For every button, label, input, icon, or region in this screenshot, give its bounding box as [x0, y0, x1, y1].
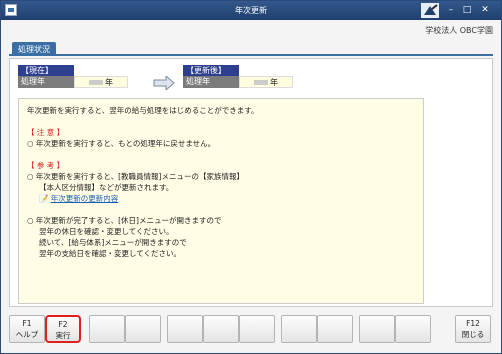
caution-title: 【 注 意 】	[27, 128, 65, 137]
current-year-unit: 年	[105, 78, 113, 87]
company-name: 学校法人 OBC学園	[425, 26, 493, 35]
f10-button[interactable]	[359, 315, 395, 343]
reference-link-row: 📝 年次更新の更新内容	[27, 193, 415, 204]
function-key-bar: F1 ヘルプ F2 実行 F12 閉じる	[9, 315, 495, 345]
redacted-value	[254, 80, 268, 85]
f5-button[interactable]	[167, 315, 203, 343]
done-text-4: 翌年の支給日を確認・変更してください。	[39, 249, 182, 258]
f12-close-button[interactable]: F12 閉じる	[455, 315, 491, 343]
f4-button[interactable]	[125, 315, 161, 343]
current-year-box: 【現在】 処理年 年	[18, 65, 128, 88]
tab-bar: 処理状況	[9, 42, 493, 56]
fkey-label: F1	[22, 319, 32, 328]
product-logo-icon	[421, 3, 439, 18]
main-panel: 【現在】 処理年 年 【更新後】 処理年 年 年次更新を実行すると、翌年の給与処…	[9, 58, 493, 307]
caution-text: ○ 年次更新を実行すると、もとの処理年に戻せません。	[27, 139, 216, 148]
fkey-caption: ヘルプ	[15, 330, 39, 339]
f3-button[interactable]	[89, 315, 125, 343]
app-window: 年次更新 – □ ✕ 学校法人 OBC学園 処理状況 【現在】 処理年 年 【更…	[0, 0, 502, 354]
reference-text-1: ○ 年次更新を実行すると、[教職員情報]メニューの【家族情報】	[27, 172, 244, 181]
notice-box: 年次更新を実行すると、翌年の給与処理をはじめることができます。 【 注 意 】 …	[18, 98, 424, 304]
after-header: 【更新後】	[183, 65, 239, 76]
f9-button[interactable]	[317, 315, 353, 343]
reference-title: 【 参 考 】	[27, 161, 65, 170]
f7-button[interactable]	[239, 315, 275, 343]
done-text-2: 翌年の休日を確認・変更してください。	[39, 227, 174, 236]
update-details-link[interactable]: 年次更新の更新内容	[51, 194, 119, 203]
after-year-box: 【更新後】 処理年 年	[183, 65, 293, 88]
redacted-value	[89, 80, 103, 85]
fkey-caption: 実行	[55, 331, 71, 340]
fkey-label: F2	[58, 320, 68, 329]
close-icon[interactable]: ✕	[479, 5, 491, 16]
after-year-label: 処理年	[183, 76, 239, 88]
done-text-3: 続いて、[給与体系]メニューが開きますので	[39, 238, 187, 247]
tab-processing-status[interactable]: 処理状況	[12, 42, 56, 56]
fkey-label: F12	[466, 319, 480, 328]
f11-button[interactable]	[395, 315, 431, 343]
edit-note-icon: 📝	[39, 194, 49, 203]
current-year-field: 年	[74, 76, 128, 88]
after-year-unit: 年	[270, 78, 278, 87]
reference-text-2: 【本人区分情報】などが更新されます。	[39, 183, 174, 192]
f8-button[interactable]	[281, 315, 317, 343]
title-bar: 年次更新 – □ ✕	[1, 1, 501, 20]
done-text-1: ○ 年次更新が完了すると、[休日]メニューが開きますので	[27, 216, 222, 225]
fkey-caption: 閉じる	[461, 330, 485, 339]
maximize-icon[interactable]: □	[461, 5, 473, 16]
arrow-right-icon	[153, 76, 175, 90]
intro-text: 年次更新を実行すると、翌年の給与処理をはじめることができます。	[27, 106, 259, 115]
f1-help-button[interactable]: F1 ヘルプ	[9, 315, 45, 343]
minimize-icon[interactable]: –	[445, 5, 457, 16]
after-year-field: 年	[239, 76, 293, 88]
current-year-label: 処理年	[18, 76, 74, 88]
current-header: 【現在】	[18, 65, 74, 76]
f2-execute-button[interactable]: F2 実行	[45, 315, 81, 343]
f6-button[interactable]	[203, 315, 239, 343]
